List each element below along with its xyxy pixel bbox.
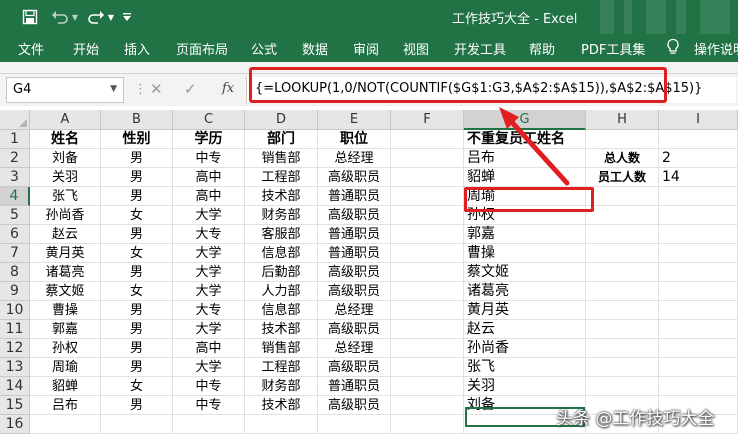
watermark: 头条 @工作技巧大全: [556, 409, 715, 429]
annotation-arrow: [499, 107, 570, 186]
